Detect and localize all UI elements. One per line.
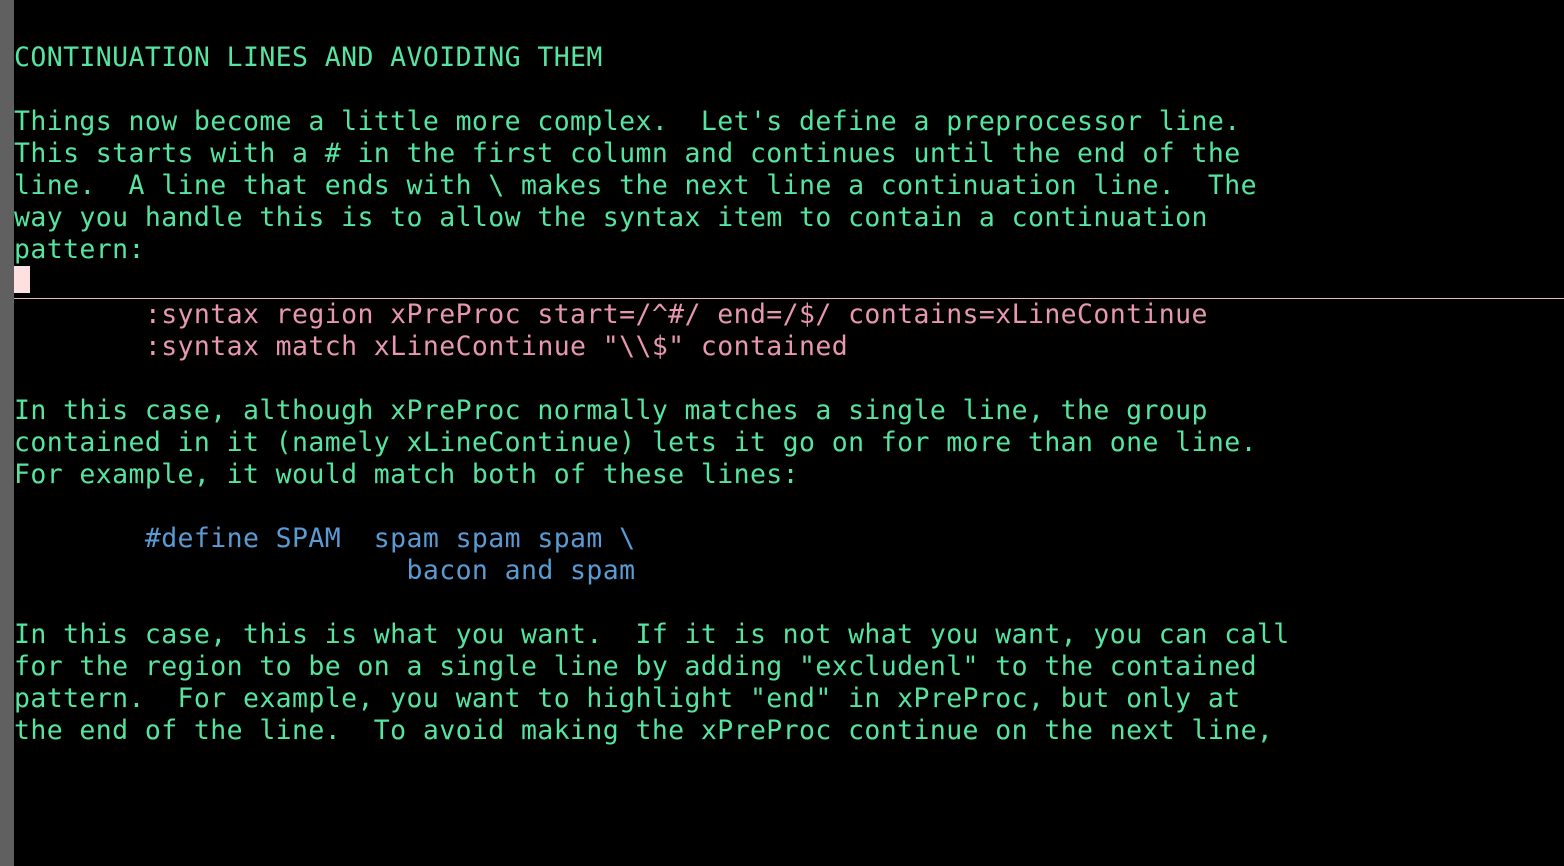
code2-line2: bacon and spam — [14, 555, 635, 586]
para2-line1: In this case, although xPreProc normally… — [14, 395, 1208, 426]
para1-line1: Things now become a little more complex.… — [14, 106, 1241, 137]
vim-help-window: CONTINUATION LINES AND AVOIDING THEM Thi… — [0, 0, 1564, 866]
para3-line3: pattern. For example, you want to highli… — [14, 683, 1241, 714]
blank-line — [14, 491, 30, 522]
code1-line2: :syntax match xLineContinue "\\$" contai… — [14, 331, 848, 362]
text-cursor — [14, 266, 30, 293]
para1-line3: line. A line that ends with \ makes the … — [14, 170, 1257, 201]
para3-line1: In this case, this is what you want. If … — [14, 619, 1290, 650]
para1-line2: This starts with a # in the first column… — [14, 138, 1241, 169]
blank-line — [14, 74, 30, 105]
scrollbar[interactable] — [0, 0, 14, 866]
para3-line2: for the region to be on a single line by… — [14, 651, 1257, 682]
code2-line1: #define SPAM spam spam spam \ — [14, 523, 635, 554]
para3-line4: the end of the line. To avoid making the… — [14, 715, 1273, 746]
para2-line2: contained in it (namely xLineContinue) l… — [14, 427, 1257, 458]
help-text-content: CONTINUATION LINES AND AVOIDING THEM Thi… — [14, 0, 1564, 866]
section-heading: CONTINUATION LINES AND AVOIDING THEM — [14, 42, 603, 73]
para1-line5: pattern: — [14, 234, 145, 265]
horizontal-rule — [14, 298, 1564, 299]
blank-line — [14, 363, 30, 394]
code1-line1: :syntax region xPreProc start=/^#/ end=/… — [14, 299, 1208, 330]
blank-line — [14, 587, 30, 618]
para2-line3: For example, it would match both of thes… — [14, 459, 799, 490]
para1-line4: way you handle this is to allow the synt… — [14, 202, 1208, 233]
cursor-line — [14, 266, 1564, 298]
